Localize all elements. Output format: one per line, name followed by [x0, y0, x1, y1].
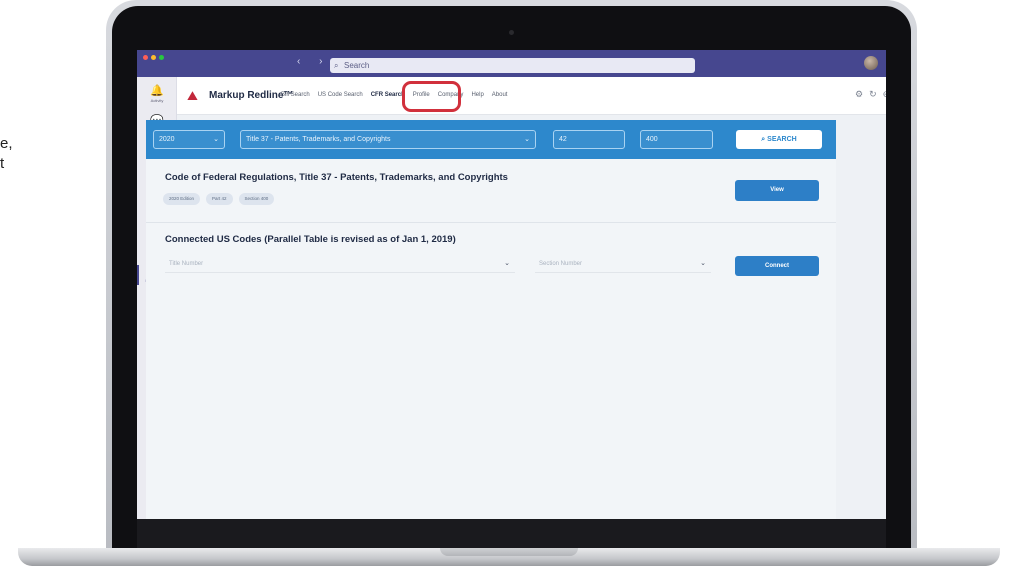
nav-cfr-search[interactable]: CFR Search	[371, 92, 405, 98]
connect-button[interactable]: Connect	[735, 256, 819, 276]
nav-about[interactable]: About	[492, 92, 508, 98]
screen: ‹ › ⌕ Search 🔔 Activity 💬 Chat 👥 Teams	[137, 50, 886, 519]
header-icons: ⚙ ↻ ⊕	[855, 89, 886, 100]
close-window-dot[interactable]	[143, 55, 148, 60]
section-value: 400	[646, 136, 658, 143]
title-select[interactable]: Title 37 - Patents, Trademarks, and Copy…	[240, 130, 536, 149]
teams-search-placeholder: Search	[344, 61, 370, 70]
webcam	[509, 30, 514, 35]
laptop-chin	[137, 519, 886, 548]
settings-icon[interactable]: ⚙	[855, 89, 863, 100]
active-indicator	[137, 265, 139, 285]
side-text-line-2: t	[0, 155, 5, 172]
teams-title-bar: ‹ › ⌕ Search	[137, 50, 886, 77]
maximize-window-dot[interactable]	[159, 55, 164, 60]
app-nav: Bill Search US Code Search CFR Search Pr…	[281, 92, 507, 98]
section-number-placeholder: Section Number	[539, 261, 583, 267]
chip-edition: 2020 Edition	[163, 193, 201, 205]
cfr-search-highlight-ring	[402, 81, 461, 112]
title-value: Title 37 - Patents, Trademarks, and Copy…	[246, 136, 391, 143]
search-button-label: SEARCH	[767, 136, 797, 143]
search-button[interactable]: ⌕ SEARCH	[736, 130, 822, 149]
refresh-icon[interactable]: ↻	[869, 89, 877, 100]
part-input[interactable]: 42	[553, 130, 625, 149]
stage: e, t ‹ › ⌕ Search 🔔 Activity ⛰ Markup Re…	[0, 0, 1018, 577]
year-select[interactable]: 2020 ⌄	[153, 130, 225, 149]
side-text-line-1: e,	[0, 135, 13, 152]
globe-icon[interactable]: ⊕	[883, 89, 886, 100]
markup-redline-logo-icon: ⛰	[187, 88, 198, 103]
chevron-down-icon: ⌄	[504, 260, 510, 267]
chip-part: Part 42	[206, 193, 233, 205]
section-number-select[interactable]: Section Number ⌄	[535, 255, 711, 273]
result-title: Code of Federal Regulations, Title 37 - …	[165, 172, 508, 183]
chevron-down-icon: ⌄	[524, 136, 530, 143]
rail-item-activity[interactable]: 🔔 Activity	[137, 85, 177, 103]
view-button[interactable]: View	[735, 180, 819, 201]
app-header: ⛰ Markup Redline™ Bill Search US Code Se…	[177, 77, 886, 115]
chevron-down-icon: ⌄	[213, 136, 219, 143]
bell-icon: 🔔	[150, 85, 164, 97]
back-forward-arrows[interactable]: ‹ ›	[297, 56, 330, 67]
section-divider	[146, 222, 836, 223]
section-input[interactable]: 400	[640, 130, 713, 149]
title-number-select[interactable]: Title Number ⌄	[165, 255, 515, 273]
laptop-base-notch	[440, 548, 578, 556]
content-area	[146, 159, 836, 519]
chip-section: Section 400	[238, 193, 275, 205]
nav-bill-search[interactable]: Bill Search	[281, 92, 310, 98]
search-icon: ⌕	[334, 61, 339, 70]
user-avatar[interactable]	[864, 56, 878, 70]
cfr-search-bar: 2020 ⌄ Title 37 - Patents, Trademarks, a…	[146, 120, 836, 159]
part-value: 42	[559, 136, 567, 143]
chevron-down-icon: ⌄	[700, 260, 706, 267]
title-number-placeholder: Title Number	[169, 261, 204, 267]
nav-us-code-search[interactable]: US Code Search	[318, 92, 363, 98]
connected-codes-title: Connected US Codes (Parallel Table is re…	[165, 234, 456, 245]
cropped-side-text: e, t	[0, 134, 13, 174]
nav-help[interactable]: Help	[471, 92, 483, 98]
minimize-window-dot[interactable]	[151, 55, 156, 60]
year-value: 2020	[159, 136, 175, 143]
teams-search-input[interactable]: ⌕ Search	[330, 58, 695, 73]
result-chips: 2020 Edition Part 42 Section 400	[163, 193, 275, 205]
rail-label: Activity	[150, 98, 164, 103]
window-controls	[143, 55, 164, 60]
